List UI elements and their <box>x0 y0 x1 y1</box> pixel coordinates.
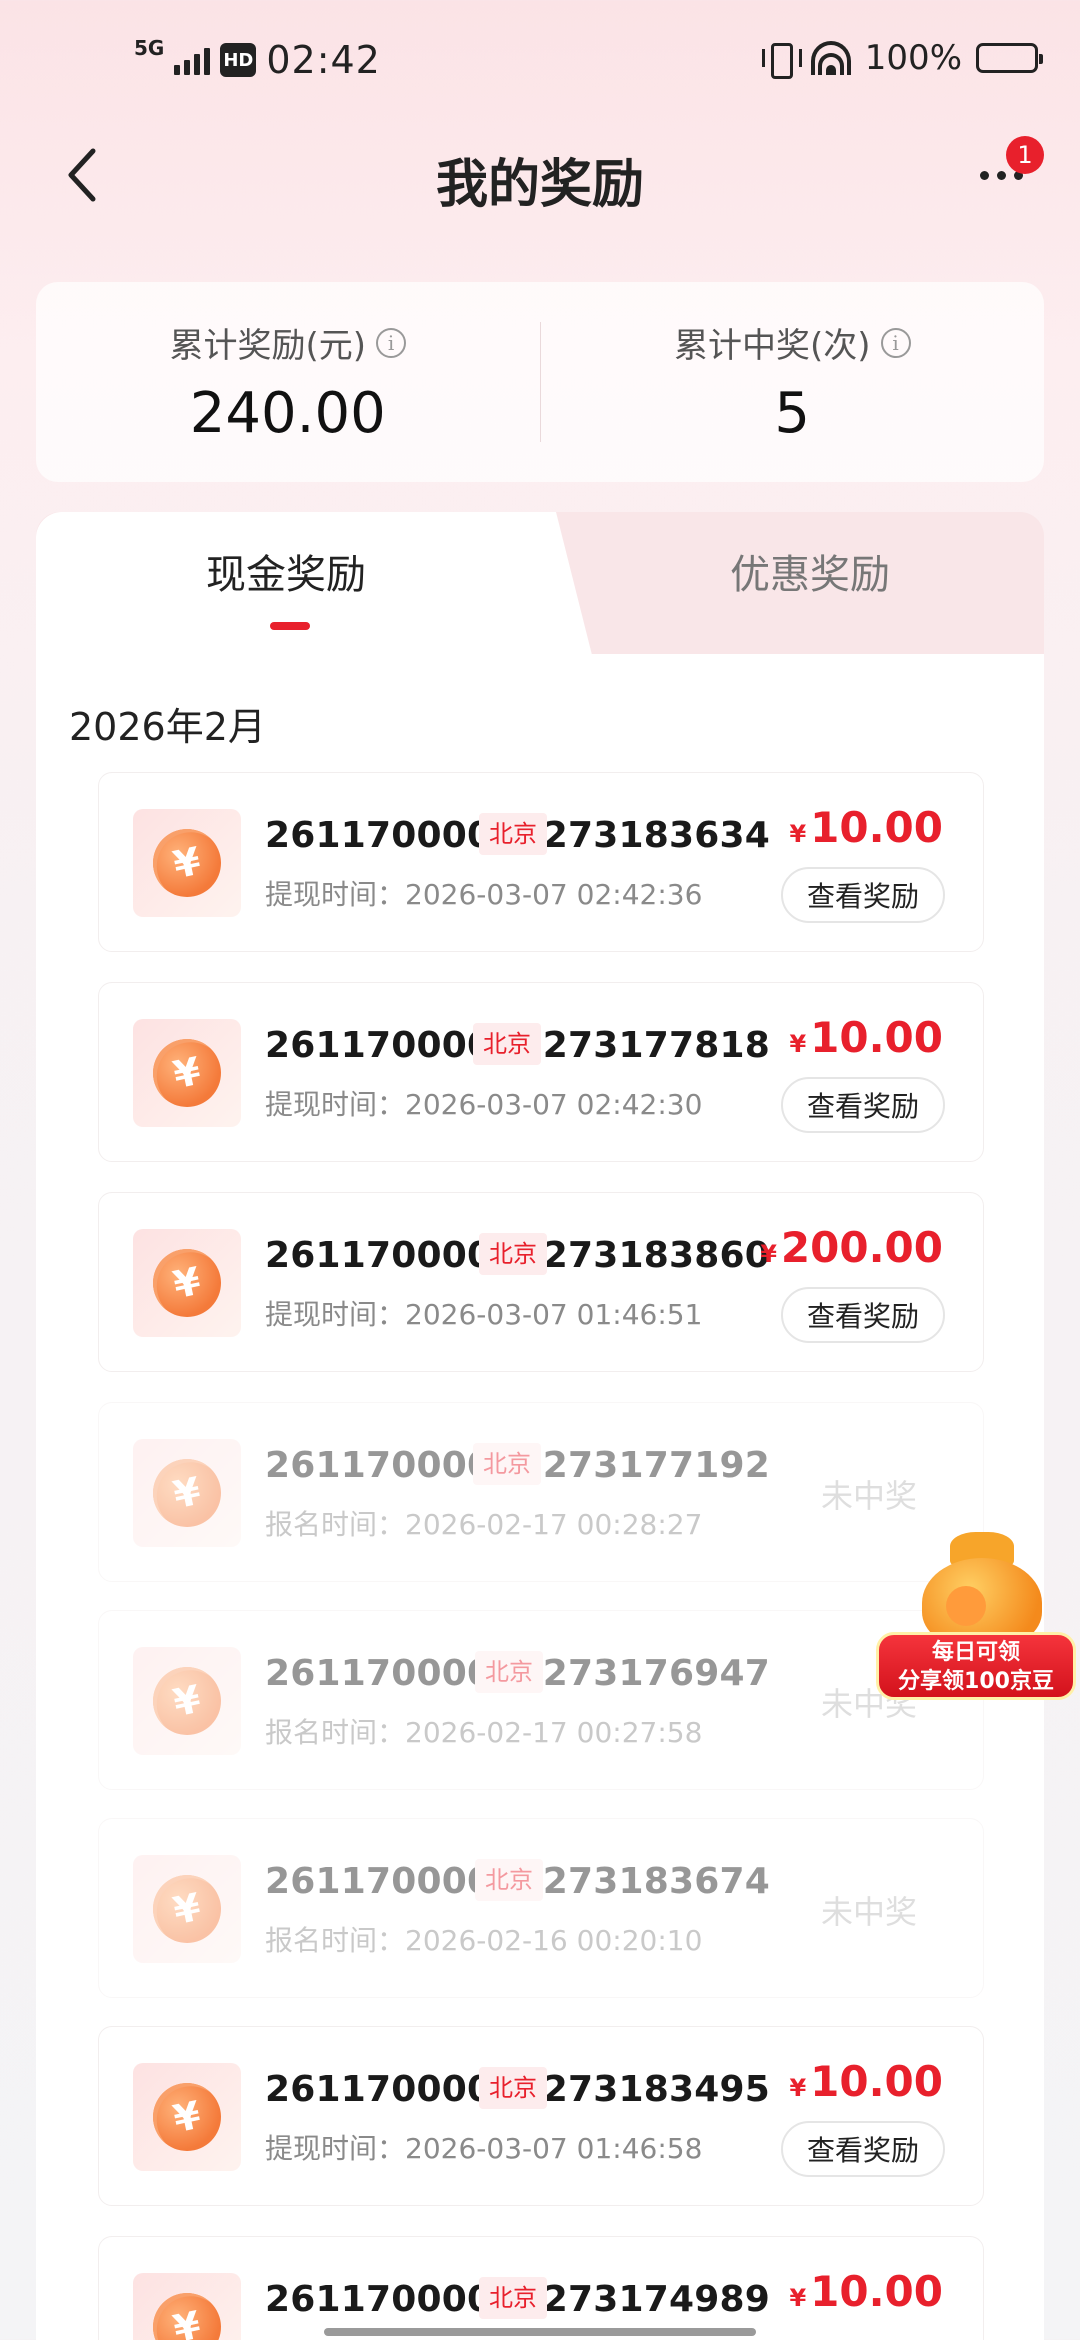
hd-icon: HD <box>220 43 257 77</box>
record-time: 报名时间：2026-02-17 00:27:58 <box>265 1716 703 1749</box>
reward-amount: ¥200.00 <box>760 1223 943 1272</box>
reward-amount: ¥10.00 <box>789 1013 943 1062</box>
city-tag: 北京 <box>473 1023 541 1065</box>
record-time: 提现时间：2026-03-07 01:46:58 <box>265 2132 703 2165</box>
total-reward-value: 240.00 <box>189 381 386 446</box>
record-time: 报名时间：2026-02-17 00:28:27 <box>265 1508 703 1541</box>
view-reward-button[interactable]: 查看奖励 <box>781 1287 945 1343</box>
status-left: 5G HD 02:42 <box>134 38 381 82</box>
reward-list-panel: 现金奖励 优惠奖励 2026年2月 ¥ 26117000000273183634… <box>36 512 1044 2340</box>
total-wins: 累计中奖(次) i 5 <box>541 282 1045 482</box>
notification-badge: 1 <box>1006 136 1044 174</box>
not-won-status: 未中奖 <box>820 1893 917 1931</box>
reward-record[interactable]: ¥ 26117000000273177818 北京 提现时间：2026-03-0… <box>98 982 984 1162</box>
page-title: 我的奖励 <box>435 155 644 215</box>
coin-icon: ¥ <box>133 1855 241 1963</box>
record-time: 提现时间：2026-03-07 02:42:36 <box>265 878 703 911</box>
total-reward-label: 累计奖励(元) <box>169 326 367 366</box>
battery-percent: 100% <box>864 38 962 78</box>
promo-label: 每日可领 分享领100京豆 <box>876 1632 1076 1700</box>
more-button[interactable]: 1 <box>956 136 1046 210</box>
coin-icon: ¥ <box>133 809 241 917</box>
info-icon[interactable]: i <box>376 327 407 358</box>
view-reward-button[interactable]: 查看奖励 <box>781 867 945 923</box>
total-reward: 累计奖励(元) i 240.00 <box>36 282 540 482</box>
reward-amount: ¥10.00 <box>789 2267 943 2316</box>
wifi-icon <box>810 41 851 75</box>
coin-icon: ¥ <box>133 1229 241 1337</box>
clock: 02:42 <box>266 38 381 82</box>
status-right: 100% <box>761 38 1043 79</box>
daily-bonus-float[interactable]: 每日可领 分享领100京豆 <box>872 1520 1080 1700</box>
city-tag: 北京 <box>479 813 547 855</box>
reward-record[interactable]: ¥ 26117000000273177192 北京 报名时间：2026-02-1… <box>98 1402 984 1582</box>
coin-icon: ¥ <box>133 1019 241 1127</box>
city-tag: 北京 <box>475 1651 543 1693</box>
status-bar: 5G HD 02:42 100% <box>0 0 1080 120</box>
reward-record[interactable]: ¥ 26117000000273183674 北京 报名时间：2026-02-1… <box>98 1818 984 1998</box>
coin-icon: ¥ <box>133 2273 241 2340</box>
city-tag: 北京 <box>479 2067 547 2109</box>
signal-icon <box>174 45 211 75</box>
info-icon[interactable]: i <box>880 327 911 358</box>
coin-icon: ¥ <box>133 2063 241 2171</box>
total-wins-value: 5 <box>774 381 811 446</box>
tab-coupon-rewards[interactable]: 优惠奖励 <box>576 542 1044 600</box>
reward-record[interactable]: ¥ 26117000000273183860 北京 提现时间：2026-03-0… <box>98 1192 984 1372</box>
reward-record[interactable]: ¥ 26117000000273176947 北京 报名时间：2026-02-1… <box>98 1610 984 1790</box>
reward-record[interactable]: ¥ 26117000000273174989 北京 ¥10.00 <box>98 2236 984 2340</box>
reward-summary-card: 累计奖励(元) i 240.00 累计中奖(次) i 5 <box>36 282 1044 482</box>
vibrate-icon <box>761 41 802 79</box>
city-tag: 北京 <box>479 1233 547 1275</box>
reward-list: 2026年2月 ¥ 26117000000273183634 北京 提现时间：2… <box>36 654 1044 2340</box>
not-won-status: 未中奖 <box>820 1477 917 1515</box>
month-header: 2026年2月 <box>69 705 266 749</box>
record-time: 报名时间：2026-02-16 00:20:10 <box>265 1924 703 1957</box>
reward-amount: ¥10.00 <box>789 803 943 852</box>
record-time: 提现时间：2026-03-07 01:46:51 <box>265 1298 703 1331</box>
coin-icon: ¥ <box>133 1647 241 1755</box>
coin-icon: ¥ <box>133 1439 241 1547</box>
reward-amount: ¥10.00 <box>789 2057 943 2106</box>
reward-record[interactable]: ¥ 26117000000273183634 北京 提现时间：2026-03-0… <box>98 772 984 952</box>
record-time: 提现时间：2026-03-07 02:42:30 <box>265 1088 703 1121</box>
tab-cash-rewards[interactable]: 现金奖励 <box>36 542 536 600</box>
lucky-bag-icon <box>912 1528 1052 1648</box>
view-reward-button[interactable]: 查看奖励 <box>781 2121 945 2177</box>
city-tag: 北京 <box>475 1859 543 1901</box>
battery-icon <box>976 43 1043 73</box>
city-tag: 北京 <box>479 2277 547 2319</box>
view-reward-button[interactable]: 查看奖励 <box>781 1077 945 1133</box>
network-type: 5G <box>134 36 165 60</box>
tab-indicator <box>270 622 310 630</box>
more-dots-icon <box>979 170 989 180</box>
reward-record[interactable]: ¥ 26117000000273183495 北京 提现时间：2026-03-0… <box>98 2026 984 2206</box>
city-tag: 北京 <box>473 1443 541 1485</box>
app-header: 我的奖励 1 <box>0 120 1080 230</box>
total-wins-label: 累计中奖(次) <box>673 326 871 366</box>
home-indicator[interactable] <box>324 2328 756 2336</box>
